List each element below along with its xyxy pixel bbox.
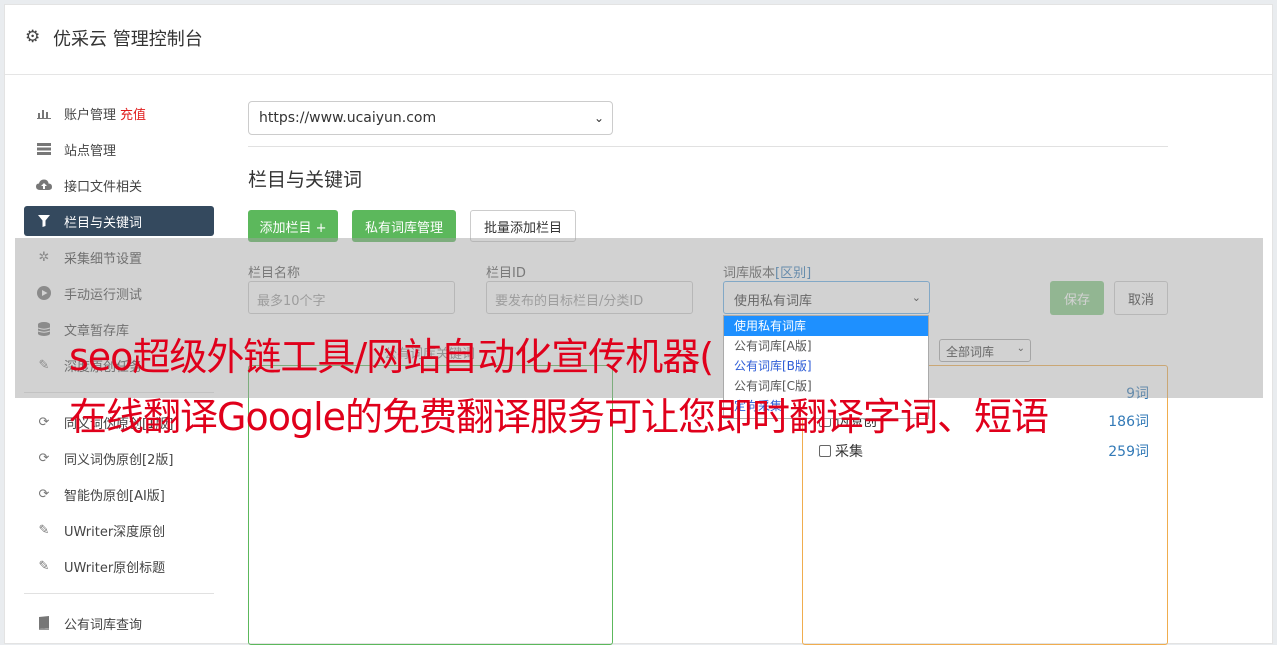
lexicon-name: 采集	[835, 444, 863, 460]
sidebar-item-categories[interactable]: 栏目与关键词	[24, 206, 214, 236]
sidebar-item-label: 站点管理	[64, 143, 117, 159]
sidebar-item-label: 公有词库查询	[64, 617, 143, 633]
checkbox[interactable]	[819, 445, 831, 457]
recharge-link[interactable]: 充值	[120, 104, 146, 123]
top-bar: ⚙ 优采云 管理控制台	[5, 5, 1272, 75]
sidebar-item-label: UWriter深度原创	[64, 524, 166, 540]
chevron-down-icon: ⌄	[593, 111, 604, 125]
site-select[interactable]: https://www.ucaiyun.com ⌄	[248, 101, 613, 135]
dropdown-option[interactable]: 使用私有词库	[724, 316, 928, 336]
list-item[interactable]: 采集 259词	[819, 440, 1149, 462]
word-count: 186词	[1108, 414, 1149, 430]
section-title: 栏目与关键词	[248, 169, 363, 191]
sidebar-item-label: UWriter原创标题	[64, 560, 166, 576]
dropdown-option[interactable]: 公有词库[A版]	[724, 336, 928, 356]
watermark-line-1: seo超级外链工具/网站自动化宣传机器(	[69, 335, 714, 379]
sidebar-item-uwriter-title[interactable]: ✎ UWriter原创标题	[24, 551, 214, 581]
refresh-icon: ⟳	[38, 414, 50, 430]
site-select-value: https://www.ucaiyun.com	[259, 110, 437, 126]
sidebar-item-interface[interactable]: 接口文件相关	[24, 170, 214, 200]
sidebar-item-synonym-v2[interactable]: ⟳ 同义词伪原创[2版]	[24, 443, 214, 473]
sidebar-item-label: 智能伪原创[AI版]	[64, 488, 165, 504]
book-icon	[36, 615, 52, 631]
refresh-icon: ⟳	[38, 450, 50, 466]
gear-icon: ⚙	[25, 27, 41, 47]
sidebar-item-label: 账户管理	[64, 107, 117, 123]
divider	[248, 146, 1168, 147]
sidebar-divider	[24, 593, 214, 594]
sidebar-item-label: 栏目与关键词	[64, 215, 143, 231]
edit-icon: ✎	[38, 558, 50, 574]
sidebar-item-account[interactable]: 账户管理 充值	[24, 98, 214, 128]
edit-icon: ✎	[38, 522, 50, 538]
watermark-line-2: 在线翻译Google的免费翻译服务可让您即时翻译字词、短语	[69, 395, 1049, 439]
dropdown-option[interactable]: 公有词库[B版]	[724, 356, 928, 376]
sidebar-item-label: 同义词伪原创[2版]	[64, 452, 174, 468]
sidebar-item-label: 接口文件相关	[64, 179, 143, 195]
word-count: 259词	[1108, 444, 1149, 460]
cloud-upload-icon	[36, 177, 52, 193]
sidebar-item-ai-rewrite[interactable]: ⟳ 智能伪原创[AI版]	[24, 479, 214, 509]
console-title: 优采云 管理控制台	[53, 29, 203, 50]
bar-chart-icon	[36, 105, 52, 121]
sidebar-item-sites[interactable]: 站点管理	[24, 134, 214, 164]
sidebar-item-uwriter-deep[interactable]: ✎ UWriter深度原创	[24, 515, 214, 545]
sidebar-item-public-lexicon[interactable]: 公有词库查询	[24, 608, 214, 638]
server-icon	[36, 141, 52, 157]
refresh-icon: ⟳	[38, 486, 50, 502]
filter-icon	[36, 213, 52, 229]
